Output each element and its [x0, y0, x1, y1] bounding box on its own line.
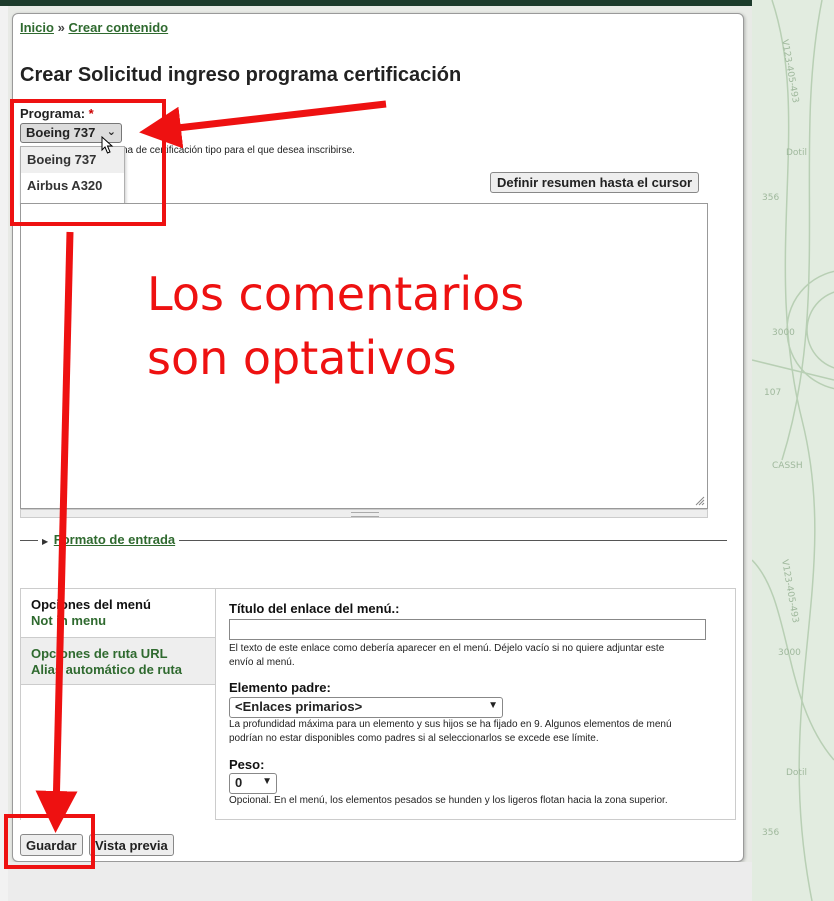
tab-menu-options-title: Opciones del menú [31, 597, 151, 612]
menu-link-title-description-1: El texto de este enlace como debería apa… [229, 643, 665, 654]
svg-text:CASSH: CASSH [772, 461, 803, 471]
format-legend[interactable]: ▶ Formato de entrada [38, 532, 180, 547]
breadcrumb-current-link[interactable]: Crear contenido [68, 20, 168, 35]
svg-text:Dotil: Dotil [786, 768, 807, 778]
programa-selected-value: Boeing 737 [26, 125, 96, 140]
aeronautical-chart-background: V123-405-493 V123-405-493 Dotil 356 3000… [752, 0, 834, 901]
mouse-cursor-icon [101, 136, 114, 154]
weight-value: 0 [235, 775, 243, 790]
annotation-text: Los comentarios son optativos [147, 262, 524, 390]
tab-url-options-summary: Alias automático de ruta [31, 662, 182, 677]
resize-grip-icon[interactable] [693, 494, 705, 506]
menu-link-title-description-2: envío al menú. [229, 657, 295, 668]
parent-item-label: Elemento padre: [229, 680, 331, 695]
left-strip [0, 6, 8, 901]
weight-select[interactable]: 0 ▼ [229, 773, 277, 794]
textarea-resize-handle[interactable] [20, 509, 708, 518]
svg-text:356: 356 [762, 193, 779, 203]
parent-item-description-1: La profundidad máxima para un elemento y… [229, 719, 672, 730]
programa-label-text: Programa: [20, 106, 86, 121]
parent-item-description-2: podrían no estar disponibles como padres… [229, 733, 599, 744]
tab-url-options[interactable]: Opciones de ruta URL Alias automático de… [21, 637, 215, 685]
svg-text:V123-405-493: V123-405-493 [779, 39, 800, 104]
tab-menu-options-summary: Not in menu [31, 613, 107, 628]
parent-item-select[interactable]: <Enlaces primarios> ▼ [229, 697, 503, 718]
annotation-line-2: son optativos [147, 331, 457, 385]
define-summary-button[interactable]: Definir resumen hasta el cursor [490, 172, 700, 193]
preview-button[interactable]: Vista previa [89, 834, 174, 856]
svg-text:356: 356 [762, 828, 779, 838]
save-button[interactable]: Guardar [20, 834, 83, 856]
page-title: Crear Solicitud ingreso programa certifi… [20, 64, 462, 86]
triangle-right-icon: ▶ [42, 537, 49, 546]
format-legend-link[interactable]: Formato de entrada [54, 532, 175, 547]
footer-area [8, 862, 752, 901]
weight-description: Opcional. En el menú, los elementos pesa… [229, 795, 668, 806]
top-bar [0, 0, 834, 6]
chevron-down-icon: ▼ [262, 776, 272, 787]
svg-text:Dotil: Dotil [786, 148, 807, 158]
tab-menu-options[interactable]: Opciones del menú Not in menu [21, 589, 215, 637]
chevron-down-icon: ▼ [488, 700, 498, 711]
menu-link-title-description: El texto de este enlace como debería apa… [229, 642, 664, 670]
svg-text:107: 107 [764, 388, 781, 398]
programa-label: Programa: * [20, 106, 94, 121]
parent-item-description: La profundidad máxima para un elemento y… [229, 718, 672, 746]
required-mark: * [88, 106, 94, 121]
menu-link-title-label: Título del enlace del menú.: [229, 601, 400, 616]
programa-dropdown-list: Boeing 737 Airbus A320 [20, 146, 125, 204]
parent-item-value: <Enlaces primarios> [235, 699, 363, 714]
annotation-line-1: Los comentarios [147, 267, 525, 321]
breadcrumb: Inicio » Crear contenido [20, 20, 168, 35]
svg-text:3000: 3000 [772, 328, 795, 338]
breadcrumb-separator: » [57, 20, 65, 35]
svg-text:V123-405-493: V123-405-493 [779, 559, 800, 624]
breadcrumb-home-link[interactable]: Inicio [20, 20, 54, 35]
menu-link-title-input[interactable] [229, 619, 706, 640]
svg-text:3000: 3000 [778, 648, 801, 658]
programa-option-airbus-a320[interactable]: Airbus A320 [21, 173, 124, 199]
grip-lines [351, 512, 379, 517]
weight-label: Peso: [229, 757, 265, 772]
vertical-tabs: Opciones del menú Not in menu Opciones d… [20, 588, 736, 820]
tab-url-options-title: Opciones de ruta URL [31, 646, 168, 661]
vertical-tab-list: Opciones del menú Not in menu Opciones d… [21, 589, 216, 820]
programa-description-text: na de certificación tipo para el que des… [122, 145, 355, 156]
